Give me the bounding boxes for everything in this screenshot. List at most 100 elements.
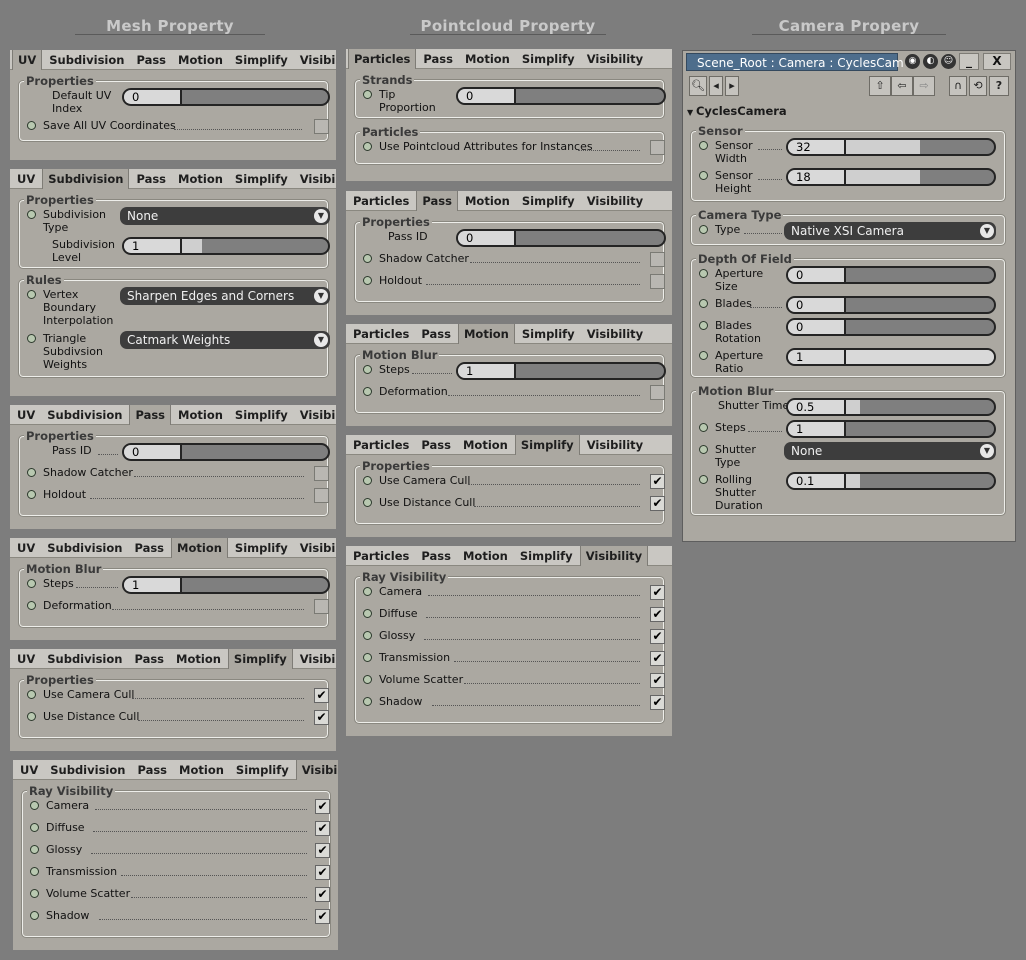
steps-slider[interactable]: 1 (786, 420, 996, 438)
magnet-icon[interactable]: ∩ (949, 76, 967, 96)
prev-arrow-icon[interactable]: ◂ (709, 76, 723, 96)
tab-motion[interactable]: Motion (460, 191, 515, 210)
tab-uv[interactable]: UV (15, 760, 43, 779)
tab-pass[interactable]: Pass (131, 169, 171, 188)
revert-icon[interactable]: ⟲ (969, 76, 987, 96)
animation-dot-icon[interactable] (27, 690, 36, 699)
dropdown-arrow-icon[interactable]: ▼ (980, 224, 994, 238)
collapse-triangle-icon[interactable]: ▼ (687, 108, 696, 117)
shutter-time-slider[interactable]: 0.5 (786, 398, 996, 416)
animation-dot-icon[interactable] (30, 801, 39, 810)
tab-subdivision[interactable]: Subdivision (42, 649, 127, 668)
slider-value[interactable]: 1 (124, 239, 182, 253)
subdivision-level-slider[interactable]: 1 (122, 237, 330, 255)
dropdown-arrow-icon[interactable]: ▼ (980, 444, 994, 458)
shadow-catcher-checkbox[interactable] (314, 466, 329, 481)
vis-volume-scatter-checkbox[interactable]: ✔ (315, 887, 330, 902)
tab-uv[interactable]: UV (12, 50, 43, 70)
vertex-boundary-dropdown[interactable]: Sharpen Edges and Corners ▼ (120, 287, 330, 305)
tab-particles[interactable]: Particles (348, 435, 414, 454)
animation-dot-icon[interactable] (30, 911, 39, 920)
tab-pass[interactable]: Pass (129, 538, 169, 557)
tab-motion[interactable]: Motion (171, 649, 226, 668)
holdout-checkbox[interactable] (314, 488, 329, 503)
animation-dot-icon[interactable] (27, 601, 36, 610)
animation-dot-icon[interactable] (30, 889, 39, 898)
tab-visibility[interactable]: Visibility (295, 760, 338, 780)
deformation-checkbox[interactable] (650, 385, 665, 400)
tab-uv[interactable]: UV (12, 538, 40, 557)
tab-motion[interactable]: Motion (174, 760, 229, 779)
vis-diffuse-checkbox[interactable]: ✔ (315, 821, 330, 836)
tab-pass[interactable]: Pass (132, 760, 172, 779)
use-camera-cull-checkbox[interactable]: ✔ (650, 474, 665, 489)
tab-subdivision[interactable]: Subdivision (45, 760, 130, 779)
animation-dot-icon[interactable] (30, 867, 39, 876)
animation-dot-icon[interactable] (363, 254, 372, 263)
search-icon[interactable]: 🔍︎ (689, 76, 707, 96)
tab-pass[interactable]: Pass (418, 49, 458, 68)
pass-id-slider[interactable]: 0 (122, 443, 330, 461)
tab-simplify[interactable]: Simplify (517, 191, 580, 210)
tab-visibility[interactable]: Visibility (295, 169, 336, 188)
tab-simplify[interactable]: Simplify (230, 405, 293, 424)
use-pointcloud-attr-checkbox[interactable] (650, 140, 665, 155)
animation-dot-icon[interactable] (27, 579, 36, 588)
tab-pass[interactable]: Pass (416, 435, 456, 454)
tab-simplify[interactable]: Simplify (515, 546, 578, 565)
slider-value[interactable]: 0.1 (788, 474, 846, 488)
slider-value[interactable]: 1 (788, 350, 846, 364)
tab-motion[interactable]: Motion (458, 546, 513, 565)
animation-dot-icon[interactable] (363, 587, 372, 596)
next-arrow-icon[interactable]: ▸ (725, 76, 739, 96)
tab-visibility[interactable]: Visibility (579, 546, 649, 566)
animation-dot-icon[interactable] (699, 299, 708, 308)
tab-visibility[interactable]: Visibility (295, 538, 336, 557)
eyes-icon[interactable]: ◉ (905, 54, 920, 69)
holdout-checkbox[interactable] (650, 274, 665, 289)
vis-glossy-checkbox[interactable]: ✔ (315, 843, 330, 858)
animation-dot-icon[interactable] (363, 609, 372, 618)
blades-slider[interactable]: 0 (786, 296, 996, 314)
tab-simplify[interactable]: Simplify (231, 760, 294, 779)
use-distance-cull-checkbox[interactable]: ✔ (650, 496, 665, 511)
tab-pass[interactable]: Pass (129, 405, 172, 425)
tab-uv[interactable]: UV (12, 405, 40, 424)
tab-motion[interactable]: Motion (458, 435, 513, 454)
slider-value[interactable]: 0 (458, 231, 516, 245)
tab-simplify[interactable]: Simplify (514, 435, 580, 455)
animation-dot-icon[interactable] (363, 631, 372, 640)
pass-id-slider[interactable]: 0 (456, 229, 666, 247)
rolling-shutter-slider[interactable]: 0.1 (786, 472, 996, 490)
animation-dot-icon[interactable] (699, 445, 708, 454)
tab-motion[interactable]: Motion (171, 538, 228, 558)
camera-type-dropdown[interactable]: Native XSI Camera ▼ (784, 222, 996, 240)
vis-transmission-checkbox[interactable]: ✔ (315, 865, 330, 880)
animation-dot-icon[interactable] (27, 121, 36, 130)
animation-dot-icon[interactable] (363, 498, 372, 507)
triangle-weights-dropdown[interactable]: Catmark Weights ▼ (120, 331, 330, 349)
tab-visibility[interactable]: Visibility (582, 435, 648, 454)
tab-motion[interactable]: Motion (173, 169, 228, 188)
tab-particles[interactable]: Particles (348, 49, 417, 69)
tab-visibility[interactable]: Visibility (295, 50, 336, 69)
tab-motion[interactable]: Motion (173, 405, 228, 424)
subdivision-type-dropdown[interactable]: None ▼ (120, 207, 330, 225)
animation-dot-icon[interactable] (699, 225, 708, 234)
tab-pass[interactable]: Pass (129, 649, 169, 668)
default-uv-index-slider[interactable]: 0 (122, 88, 330, 106)
animation-dot-icon[interactable] (363, 675, 372, 684)
slider-value[interactable]: 0 (458, 89, 516, 103)
aperture-ratio-slider[interactable]: 1 (786, 348, 996, 366)
tab-visibility[interactable]: Visibility (582, 49, 648, 68)
animation-dot-icon[interactable] (699, 351, 708, 360)
sensor-width-slider[interactable]: 32 (786, 138, 996, 156)
vis-shadow-checkbox[interactable]: ✔ (650, 695, 665, 710)
tab-subdivision[interactable]: Subdivision (42, 405, 127, 424)
slider-value[interactable]: 0.5 (788, 400, 846, 414)
slider-value[interactable]: 0 (788, 268, 846, 282)
slider-value[interactable]: 0 (124, 445, 182, 459)
help-icon[interactable]: ? (989, 76, 1009, 96)
animation-dot-icon[interactable] (363, 276, 372, 285)
tab-subdivision[interactable]: Subdivision (44, 50, 129, 69)
